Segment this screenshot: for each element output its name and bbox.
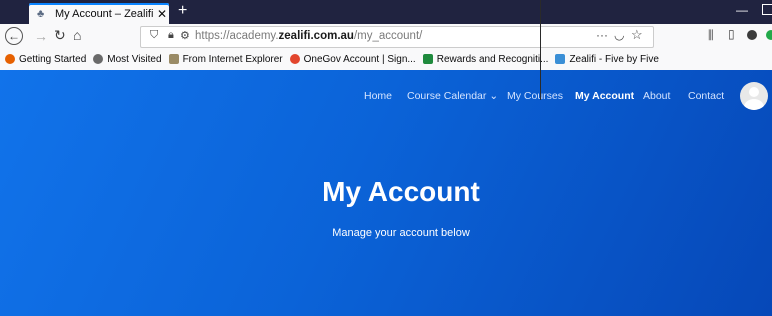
pocket-icon[interactable]: ◡ <box>614 28 624 42</box>
home-icon[interactable]: ⌂ <box>73 27 81 43</box>
firefox-icon <box>5 54 15 64</box>
tracking-shield-icon[interactable]: ⛉ <box>150 29 158 42</box>
rewards-icon <box>422 54 433 64</box>
back-arrow-icon[interactable]: ← <box>5 27 23 45</box>
bookmark-label: Most Visited <box>107 53 162 65</box>
bookmark-label: Zealifi - Five by Five <box>569 53 659 65</box>
nav-course-calendar-label: Course Calendar <box>407 90 487 102</box>
bookmark-rewards[interactable]: Rewards and Recogniti... <box>422 53 549 65</box>
url-domain: zealifi.com.au <box>278 30 354 42</box>
nav-my-account[interactable]: My Account <box>575 90 634 102</box>
text-cursor-line <box>540 0 541 100</box>
nav-home[interactable]: Home <box>364 90 392 102</box>
address-url[interactable]: https://academy.zealifi.com.au/my_accoun… <box>195 30 422 42</box>
site-favicon-icon: ♣ <box>37 7 45 20</box>
extension-green-icon[interactable] <box>766 30 772 40</box>
avatar[interactable] <box>740 82 768 110</box>
url-path: /my_account/ <box>353 30 423 42</box>
nav-about[interactable]: About <box>643 90 670 102</box>
nav-my-courses[interactable]: My Courses <box>507 90 563 102</box>
bookmark-onegov[interactable]: OneGov Account | Sign... <box>289 53 416 65</box>
forward-arrow-icon[interactable]: → <box>34 28 48 44</box>
bookmark-label: Rewards and Recogniti... <box>436 53 549 65</box>
bookmark-folder-ie[interactable]: From Internet Explorer <box>168 53 283 65</box>
bookmark-zealifi[interactable]: Zealifi - Five by Five <box>555 53 659 65</box>
page-subtitle: Manage your account below <box>332 227 470 239</box>
bookmark-getting-started[interactable]: Getting Started <box>5 54 86 65</box>
close-tab-icon[interactable]: ✕ <box>157 7 167 21</box>
bookmark-label: OneGov Account | Sign... <box>303 53 416 65</box>
bookmark-most-visited[interactable]: Most Visited <box>93 53 162 65</box>
chevron-down-icon: ⌄ <box>489 90 499 102</box>
library-icon[interactable]: ⫼ <box>708 28 714 43</box>
zealifi-icon <box>555 54 566 64</box>
bookmarks-toolbar: Getting Started Most Visited From Intern… <box>0 48 772 71</box>
sidebar-toggle-icon[interactable]: ▯ <box>728 27 735 41</box>
new-tab-button[interactable]: + <box>178 2 187 20</box>
nav-contact[interactable]: Contact <box>688 90 724 102</box>
avatar-head-icon <box>749 87 759 97</box>
lock-icon[interactable]: 🔒︎ <box>168 29 174 42</box>
page-actions-icon[interactable]: ··· <box>596 28 608 42</box>
extension-icon[interactable] <box>747 30 757 40</box>
maximize-window-icon[interactable] <box>762 4 772 15</box>
bookmark-label: Getting Started <box>19 53 87 65</box>
permissions-icon[interactable]: ⚙︎ <box>180 29 190 42</box>
reload-icon[interactable]: ↻ <box>54 27 66 43</box>
bookmark-label: From Internet Explorer <box>182 53 283 65</box>
gear-icon <box>93 54 104 64</box>
bookmark-star-icon[interactable]: ☆ <box>631 27 643 43</box>
tab-title: My Account – Zealifi Acade <box>55 7 155 20</box>
avatar-body-icon <box>744 99 764 110</box>
onegov-icon <box>289 54 300 64</box>
page-title: My Account <box>322 176 480 207</box>
folder-icon <box>168 54 179 64</box>
minimize-window-icon[interactable]: — <box>736 3 748 17</box>
url-prefix: https://academy. <box>195 30 279 42</box>
nav-course-calendar[interactable]: Course Calendar ⌄ <box>407 90 498 102</box>
browser-tab[interactable]: ♣ My Account – Zealifi Acade ✕ <box>29 3 169 24</box>
